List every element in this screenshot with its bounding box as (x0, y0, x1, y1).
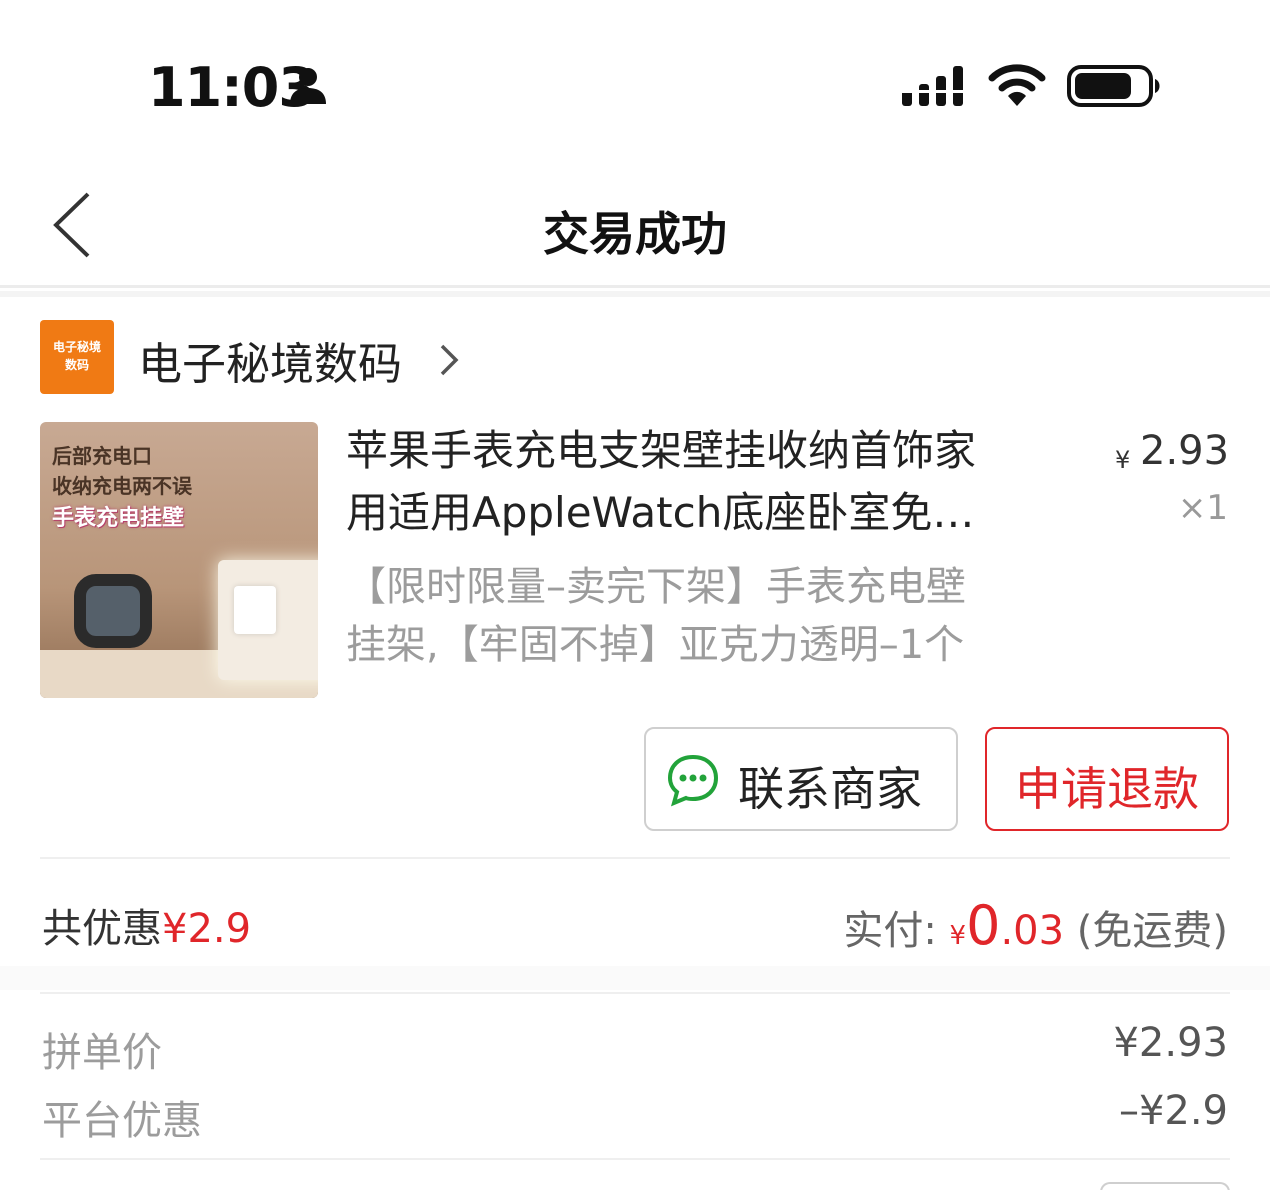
shop-logo-text-line2: 数码 (64, 358, 89, 372)
product-quantity: ×1 (1177, 488, 1228, 528)
product-price: 2.93 (1140, 428, 1230, 474)
product-spec-line2: 挂架,【牢固不掉】亚克力透明–1个 (346, 622, 965, 668)
product-title-line1: 苹果手表充电支架壁挂收纳首饰家 (346, 426, 977, 475)
contact-seller-button[interactable]: 联系商家 (644, 727, 958, 831)
wifi-icon (988, 64, 1046, 106)
image-caption-line1: 后部充电口 (52, 444, 152, 468)
chat-icon (667, 754, 719, 807)
image-caption-line2: 收纳充电两不误 (52, 474, 192, 498)
product-spec: 【限时限量–卖完下架】手表充电壁 挂架,【牢固不掉】亚克力透明–1个 (346, 558, 1046, 674)
section-separator (0, 966, 1270, 990)
product-title-line2: 用适用AppleWatch底座卧室免… (346, 488, 975, 537)
divider (40, 1158, 1230, 1160)
discount-label: 共优惠 (42, 906, 162, 952)
contact-seller-label: 联系商家 (738, 762, 922, 816)
platform-discount-label: 平台优惠 (42, 1098, 202, 1144)
paid-decimal: .03 (1000, 908, 1065, 954)
partial-button[interactable] (1100, 1182, 1230, 1190)
shop-row[interactable]: 电子秘境 数码 电子秘境数码 (0, 300, 1270, 410)
amount-paid: 实付: ¥0.03 (免运费) (843, 894, 1228, 957)
chevron-right-icon[interactable] (436, 340, 462, 380)
status-bar: 11:03 (0, 0, 1270, 150)
refund-button[interactable]: 申请退款 (985, 727, 1229, 831)
product-spec-line1: 【限时限量–卖完下架】手表充电壁 (346, 564, 966, 610)
paid-label: 实付: (843, 908, 937, 954)
price-currency-symbol: ¥ (1115, 446, 1131, 474)
group-price-value: ¥2.93 (1113, 1020, 1228, 1066)
shop-logo[interactable]: 电子秘境 数码 (40, 320, 114, 394)
page-title: 交易成功 (543, 207, 727, 261)
platform-discount-value: –¥2.9 (1118, 1088, 1228, 1134)
battery-icon (1067, 65, 1160, 107)
divider (40, 857, 1230, 859)
image-charger-plug (234, 586, 276, 634)
product-title[interactable]: 苹果手表充电支架壁挂收纳首饰家 用适用AppleWatch底座卧室免… (346, 420, 1076, 544)
discount-amount: ¥2.9 (162, 906, 252, 952)
section-separator (0, 291, 1270, 297)
image-watch (74, 574, 152, 648)
group-price-label: 拼单价 (42, 1030, 162, 1076)
shop-name[interactable]: 电子秘境数码 (138, 328, 402, 392)
nav-bar: 交易成功 (0, 160, 1270, 288)
total-discount: 共优惠¥2.9 (42, 896, 251, 954)
product-image[interactable]: 后部充电口 收纳充电两不误 手表充电挂壁 (40, 422, 318, 698)
image-caption-line3: 手表充电挂壁 (52, 506, 185, 531)
shipping-note: (免运费) (1076, 908, 1228, 954)
person-icon (290, 68, 326, 104)
paid-currency-symbol: ¥ (949, 921, 967, 951)
refund-label: 申请退款 (1015, 762, 1199, 816)
paid-integer: 0 (966, 894, 1001, 957)
shop-logo-text-line1: 电子秘境 (52, 340, 101, 354)
divider (40, 992, 1230, 994)
signal-icon (902, 66, 963, 106)
